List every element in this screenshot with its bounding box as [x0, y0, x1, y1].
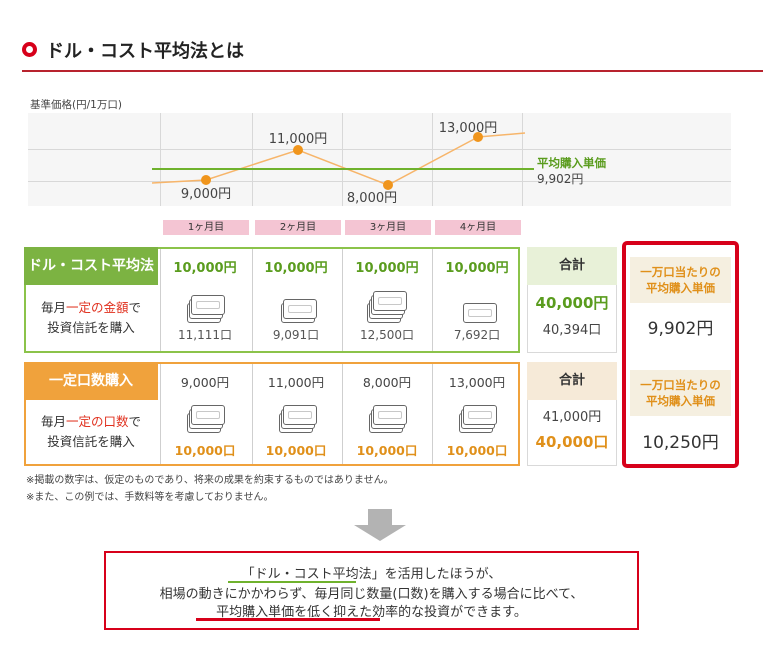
- unit-bill-icon: [463, 303, 497, 323]
- unit-bill-icon: [191, 405, 225, 425]
- dca-units-2: 9,091口: [272, 328, 320, 342]
- fixed-total-units: 40,000口: [535, 433, 609, 451]
- page-title: ドル・コスト平均法とは: [46, 41, 244, 62]
- down-arrow-icon: [368, 509, 392, 525]
- average-price-label: 平均購入単価: [537, 156, 606, 170]
- dca-total-amount: 40,000円: [535, 294, 609, 312]
- dca-total-label: 合計: [527, 247, 617, 285]
- dca-amount-1: 10,000円: [173, 261, 237, 276]
- column-divider: [432, 249, 433, 351]
- month-tab-1: 1ヶ月目: [163, 220, 249, 235]
- month-tab-3: 3ヶ月目: [345, 220, 431, 235]
- month-tab-4: 4ヶ月目: [435, 220, 521, 235]
- unit-bill-icon: [191, 295, 225, 315]
- month-tab-2: 2ヶ月目: [255, 220, 341, 235]
- unit-bill-icon: [373, 405, 407, 425]
- fixed-units-1: 10,000口: [174, 443, 236, 458]
- unit-bill-icon: [463, 405, 497, 425]
- chart-gridline: [252, 113, 253, 206]
- price-label-4: 13,000円: [438, 121, 498, 136]
- disclaimer-note-1: ※掲載の数字は、仮定のものであり、将来の成果を約束するものではありません。: [26, 475, 394, 486]
- dca-units-3: 12,500口: [360, 328, 414, 342]
- column-divider: [432, 364, 433, 464]
- fixed-total-label: 合計: [527, 362, 617, 400]
- fixed-method-name: 一定口数購入: [24, 362, 158, 400]
- dca-amount-3: 10,000円: [355, 261, 419, 276]
- down-arrow-head-icon: [354, 525, 406, 541]
- fixed-total-amount: 41,000円: [542, 410, 602, 425]
- column-divider: [252, 249, 253, 351]
- dca-per-unit-heading: 一万口当たりの 平均購入単価: [630, 257, 731, 303]
- fixed-amount-2: 11,000円: [267, 375, 325, 390]
- column-divider: [252, 364, 253, 464]
- fixed-description: 毎月一定の口数で 投資信託を購入: [40, 414, 142, 449]
- dca-units-4: 7,692口: [453, 328, 501, 342]
- unit-bill-icon: [283, 405, 317, 425]
- average-price-line: [152, 168, 534, 170]
- dca-per-unit-value: 9,902円: [647, 319, 714, 339]
- column-divider: [342, 249, 343, 351]
- column-divider: [160, 249, 161, 351]
- unit-bill-icon: [283, 299, 317, 319]
- fixed-units-4: 10,000口: [446, 443, 508, 458]
- dca-description: 毎月一定の金額で 投資信託を購入: [40, 300, 142, 335]
- title-bullet-icon: [22, 42, 37, 57]
- dca-method-name: ドル・コスト平均法: [24, 247, 158, 285]
- unit-bill-icon: [373, 291, 407, 311]
- conclusion-underline-red: [196, 618, 380, 621]
- dca-total-units: 40,394口: [542, 323, 602, 338]
- fixed-amount-4: 13,000円: [448, 375, 506, 390]
- fixed-amount-3: 8,000円: [362, 375, 412, 390]
- dca-amount-4: 10,000円: [445, 261, 509, 276]
- column-divider: [342, 364, 343, 464]
- fixed-amount-1: 9,000円: [180, 375, 230, 390]
- fixed-per-unit-heading: 一万口当たりの 平均購入単価: [630, 370, 731, 416]
- conclusion-line-2: 相場の動きにかかわらず、毎月同じ数量(口数)を購入する場合に比べて、: [159, 587, 584, 602]
- title-divider: [22, 70, 763, 72]
- average-price-value: 9,902円: [537, 172, 584, 186]
- price-label-3: 8,000円: [346, 191, 398, 206]
- price-label-2: 11,000円: [268, 132, 328, 147]
- conclusion-line-1: 「ドル・コスト平均法」を活用したほうが、: [241, 567, 502, 582]
- fixed-units-3: 10,000口: [356, 443, 418, 458]
- chart-gridline: [28, 181, 731, 182]
- price-label-1: 9,000円: [180, 187, 232, 202]
- y-axis-label: 基準価格(円/1万口): [30, 99, 122, 111]
- chart-gridline: [28, 149, 731, 150]
- chart-gridline: [160, 113, 161, 206]
- disclaimer-note-2: ※また、この例では、手数料等を考慮しておりません。: [26, 492, 274, 503]
- column-divider: [160, 364, 161, 464]
- fixed-per-unit-value: 10,250円: [642, 433, 719, 453]
- dca-amount-2: 10,000円: [264, 261, 328, 276]
- fixed-units-2: 10,000口: [265, 443, 327, 458]
- dca-units-1: 11,111口: [178, 328, 232, 342]
- chart-gridline: [522, 113, 523, 206]
